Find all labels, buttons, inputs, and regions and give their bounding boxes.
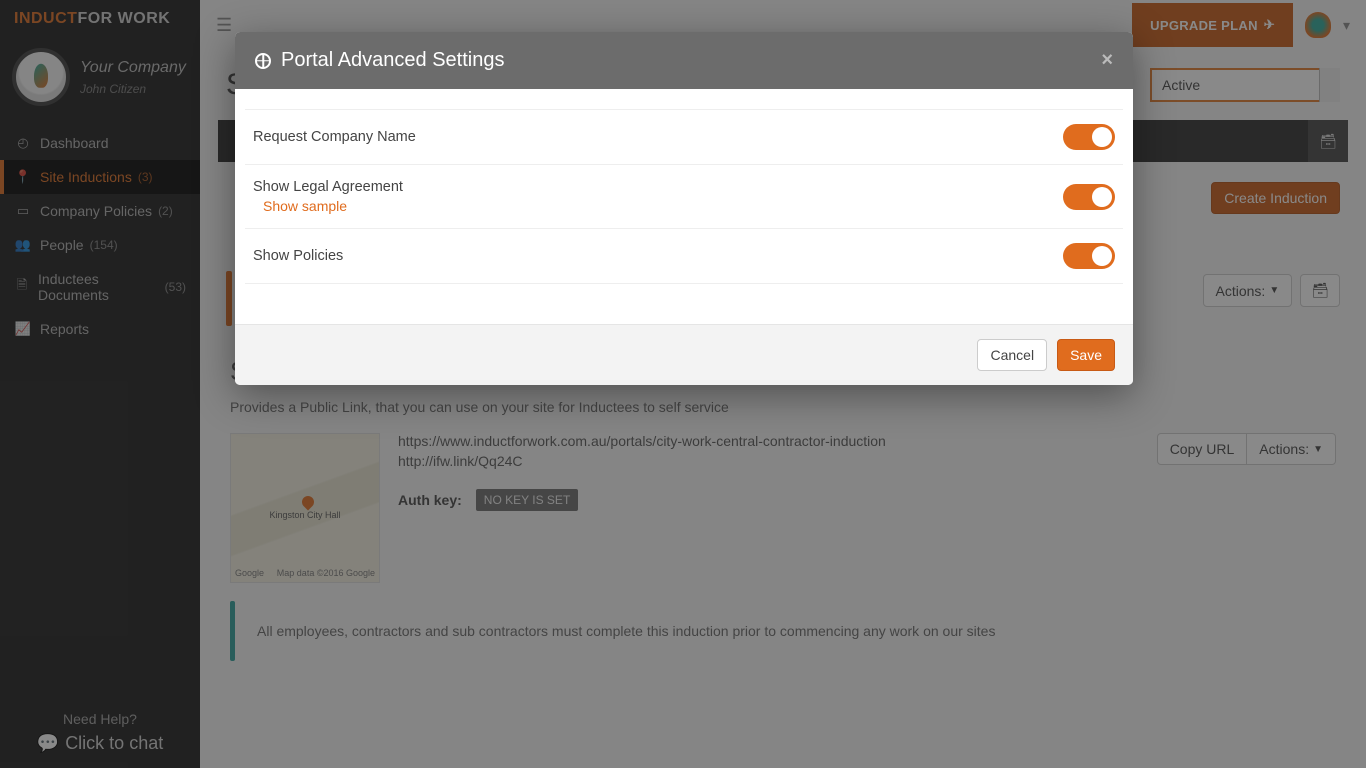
- save-button[interactable]: Save: [1057, 339, 1115, 371]
- close-icon[interactable]: ×: [1101, 49, 1113, 72]
- modal-header: Portal Advanced Settings ×: [235, 32, 1133, 89]
- setting-label: Request Company Name: [253, 129, 416, 145]
- modal-footer: Cancel Save: [235, 324, 1133, 385]
- toggle-show-policies[interactable]: [1063, 243, 1115, 269]
- setting-label: Show Policies: [253, 248, 343, 264]
- modal-title: Portal Advanced Settings: [281, 49, 504, 72]
- modal-body: Request Company Name Show Legal Agreemen…: [235, 89, 1133, 324]
- toggle-request-company[interactable]: [1063, 124, 1115, 150]
- toggle-legal-agreement[interactable]: [1063, 184, 1115, 210]
- setting-row-request-company: Request Company Name: [245, 109, 1123, 165]
- globe-icon: [255, 53, 271, 69]
- setting-row-show-policies: Show Policies: [245, 229, 1123, 284]
- portal-advanced-settings-modal: Portal Advanced Settings × Request Compa…: [235, 32, 1133, 385]
- show-sample-link[interactable]: Show sample: [263, 198, 403, 214]
- setting-row-legal-agreement: Show Legal Agreement Show sample: [245, 165, 1123, 229]
- setting-label: Show Legal Agreement: [253, 179, 403, 195]
- cancel-button[interactable]: Cancel: [977, 339, 1047, 371]
- button-label: Cancel: [990, 347, 1034, 363]
- button-label: Save: [1070, 347, 1102, 363]
